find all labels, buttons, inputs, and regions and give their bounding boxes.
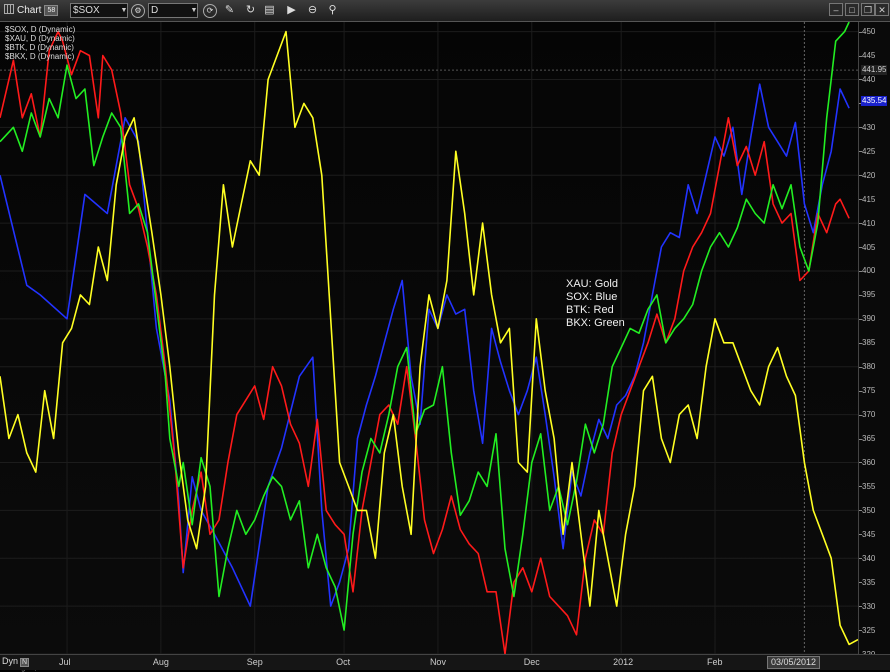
y-tick-label: 335	[862, 577, 876, 587]
price-axis[interactable]: 3203253303353403453503553603653703753803…	[858, 22, 890, 659]
y-tick-label: 345	[862, 529, 876, 539]
annotation-line-sox: SOX: Blue	[566, 291, 618, 303]
price-badge-1: 435.54	[861, 95, 888, 106]
y-tick-label: 340	[862, 553, 876, 563]
annotation-line-bkx: BKX: Green	[566, 317, 625, 329]
y-tick-label: 400	[862, 266, 876, 276]
price-badge-0: 441.95	[861, 65, 888, 76]
chart-plot-area[interactable]: $SOX, D (Dynamic) $XAU, D (Dynamic) $BTK…	[0, 21, 859, 672]
play-icon[interactable]: ▶	[284, 3, 299, 18]
annotation-line-xau: XAU: Gold	[566, 278, 618, 290]
y-tick-label: 405	[862, 242, 876, 252]
symbol-dropdown-icon[interactable]: ▼	[119, 3, 129, 18]
minimize-button[interactable]: –	[829, 3, 843, 16]
zoom-icon[interactable]: ⊖	[305, 3, 320, 18]
y-tick-label: 395	[862, 290, 876, 300]
symbol-link-icon[interactable]: ⚙	[131, 4, 145, 18]
x-tick-label: Jul	[59, 657, 71, 667]
x-tick-label: Feb	[707, 657, 723, 667]
time-axis[interactable]: Dyn N 03/05/2012 Jul Aug Sep Oct Nov Dec 2012 Fe…	[0, 654, 890, 670]
legend-item-sox: $SOX, D (Dynamic)	[5, 25, 76, 34]
draw-pencil-icon[interactable]: ✎	[222, 3, 237, 18]
y-tick-label: 370	[862, 410, 876, 420]
legend-item-btk: $BTK, D (Dynamic)	[5, 43, 74, 52]
dyn-label: Dyn	[2, 656, 19, 666]
chart-grid-icon	[4, 4, 14, 14]
toolbox-icon[interactable]: ▤	[262, 3, 277, 18]
legend-item-xau: $XAU, D (Dynamic)	[5, 34, 75, 43]
toolbar: Chart58 ▼ ⚙ ▼ ⟳ ✎ ↻ ▤ ▶ ⊖ ⚲ – □ ❐ ✕	[0, 0, 890, 22]
chart-svg	[0, 21, 859, 655]
y-tick-label: 380	[862, 362, 876, 372]
y-tick-label: 445	[862, 51, 876, 60]
y-tick-label: 350	[862, 505, 876, 515]
series-line-1	[0, 30, 850, 655]
close-button[interactable]: ✕	[875, 3, 889, 16]
y-tick-label: 410	[862, 218, 876, 228]
interval-link-icon[interactable]: ⟳	[203, 4, 217, 18]
maximize-button[interactable]: □	[845, 3, 859, 16]
y-tick-label: 355	[862, 481, 876, 491]
y-tick-label: 415	[862, 194, 876, 204]
y-tick-label: 440	[862, 74, 876, 84]
x-tick-label: Nov	[429, 657, 446, 667]
annotation-line-btk: BTK: Red	[566, 304, 614, 316]
legend-item-bkx: $BKX, D (Dynamic)	[5, 52, 75, 61]
chart-tab-label: Chart	[17, 5, 42, 16]
chart-tab-badge: 58	[44, 5, 59, 16]
dyn-badge: N	[20, 658, 30, 667]
interval-dropdown-icon[interactable]: ▼	[189, 3, 199, 18]
y-tick-label: 360	[862, 457, 876, 467]
y-tick-label: 420	[862, 170, 876, 180]
y-tick-label: 330	[862, 601, 876, 611]
refresh-icon[interactable]: ↻	[243, 3, 258, 18]
y-tick-label: 385	[862, 338, 876, 348]
y-tick-label: 425	[862, 146, 876, 156]
y-tick-label: 390	[862, 314, 876, 324]
y-tick-label: 375	[862, 386, 876, 396]
y-tick-label: 450	[862, 27, 876, 37]
link-icon[interactable]: ⚲	[325, 3, 340, 18]
cursor-date-badge: 03/05/2012	[767, 656, 821, 669]
y-tick-label: 325	[862, 625, 876, 635]
x-tick-label: Aug	[152, 657, 169, 667]
y-tick-label: 430	[862, 122, 876, 132]
x-tick-label: 2012	[613, 657, 634, 667]
restore-button[interactable]: ❐	[861, 3, 875, 16]
x-tick-label: Dec	[523, 657, 540, 667]
x-tick-label: Sep	[246, 657, 263, 667]
x-tick-label: Oct	[336, 657, 351, 667]
chart-tab[interactable]: Chart 58	[2, 2, 60, 19]
dynamic-scale-toggle[interactable]: Dyn N	[2, 656, 30, 667]
y-tick-label: 365	[862, 434, 876, 444]
